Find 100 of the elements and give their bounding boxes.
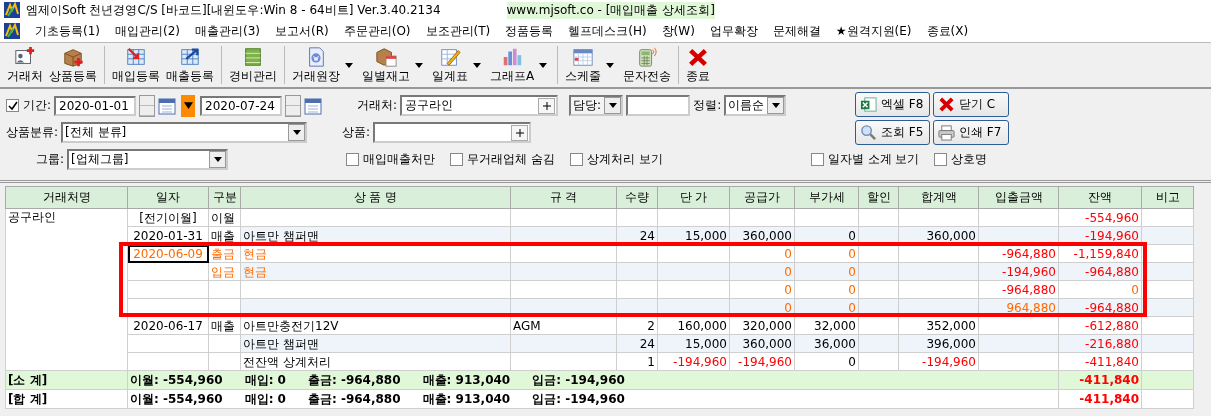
client-field[interactable]: 공구라인	[400, 95, 559, 116]
menu-item[interactable]: 보고서(R)	[275, 22, 329, 40]
manager-field[interactable]	[626, 95, 691, 116]
column-header[interactable]: 단 가	[657, 186, 730, 209]
checkbox[interactable]	[569, 153, 583, 166]
column-header[interactable]: 일자	[127, 186, 209, 209]
table-cell: 2	[616, 316, 658, 335]
date-cell: 2020-06-17	[127, 316, 209, 335]
period-label: 기간:	[23, 97, 52, 114]
add-button[interactable]	[538, 97, 556, 114]
action-button[interactable]: 조회 F5	[855, 120, 930, 145]
dropdown-button[interactable]	[181, 94, 196, 117]
column-header[interactable]: 부가세	[794, 186, 859, 209]
total-label: [합 계]	[5, 389, 128, 409]
menu-item[interactable]: 헬프데스크(H)	[568, 22, 647, 40]
action-button[interactable]: 인쇄 F7	[933, 120, 1009, 145]
table-cell: 160,000	[657, 316, 730, 335]
menu-item[interactable]: 기초등록(1)	[35, 22, 100, 40]
type-cell: 이월	[208, 208, 241, 227]
table-cell: -194,960	[898, 352, 979, 371]
calendar-icon[interactable]	[304, 96, 323, 115]
type-cell: 매출	[208, 316, 241, 335]
caret-icon[interactable]	[606, 62, 615, 68]
column-header[interactable]: 공급가	[729, 186, 795, 209]
caret-icon[interactable]	[345, 62, 353, 68]
sort-dropdown[interactable]: 이름순	[724, 95, 787, 116]
menu-item[interactable]: 정품등록	[505, 22, 554, 40]
checkbox[interactable]	[810, 153, 824, 166]
column-header[interactable]: 비고	[1141, 186, 1194, 209]
column-header[interactable]: 할인	[858, 186, 899, 209]
option-label: 일자별 소계 보기	[827, 151, 920, 168]
caret-icon[interactable]	[415, 62, 423, 68]
toolbar-button[interactable]: 경비관리	[226, 45, 280, 85]
checkbox[interactable]	[934, 153, 948, 166]
action-button[interactable]: 닫기 C	[933, 92, 1009, 117]
caret-icon[interactable]	[539, 62, 548, 68]
date-field[interactable]: 2020-01-01	[54, 95, 137, 116]
table-cell: 352,000	[898, 316, 979, 335]
column-header[interactable]: 잔액	[1058, 186, 1142, 209]
sheet-in-icon	[124, 45, 148, 68]
toolbar-button[interactable]: 일계표	[429, 45, 471, 85]
search-icon	[860, 124, 877, 141]
table-cell: -612,880	[1058, 316, 1142, 335]
column-header[interactable]: 구분	[208, 186, 241, 209]
toolbar-button[interactable]: 문자전송	[620, 45, 675, 85]
option-label: 상계처리 보기	[586, 151, 663, 168]
menu-item[interactable]: 창(W)	[661, 22, 695, 40]
group-dropdown[interactable]: [업체그룹]	[67, 149, 229, 170]
toolbar-button[interactable]: 거래처	[4, 45, 46, 85]
toolbar-button[interactable]: 그래프A	[487, 45, 538, 85]
product-field[interactable]	[373, 122, 532, 143]
column-header[interactable]: 수량	[616, 186, 658, 209]
caret-icon[interactable]	[473, 62, 481, 68]
add-button[interactable]	[511, 124, 529, 141]
table-cell: -411,840	[1058, 352, 1142, 371]
option-label: 무거래업체 숨김	[467, 151, 555, 168]
checkbox[interactable]	[450, 153, 464, 166]
sort-label: 정렬:	[693, 97, 722, 114]
checkbox[interactable]	[346, 153, 360, 166]
category-dropdown[interactable]: [전체 분류]	[61, 122, 308, 143]
summary-value: 이월: -554,960	[130, 372, 223, 388]
summary-value: 출금: -964,880	[307, 391, 401, 407]
toolbar-button[interactable]: 종료	[683, 45, 714, 85]
date-field[interactable]: 2020-07-24	[200, 95, 283, 116]
toolbar-button[interactable]: 스케줄	[562, 45, 605, 85]
app-logo-icon[interactable]	[4, 23, 20, 39]
action-button[interactable]: 엑셀 F8	[855, 92, 930, 117]
column-header[interactable]: 거래처명	[5, 186, 128, 209]
column-header[interactable]: 합계액	[898, 186, 979, 209]
total-balance: -411,840	[1058, 389, 1142, 409]
menu-item[interactable]: 매출관리(3)	[195, 22, 260, 40]
menu-item[interactable]: 업무확장	[709, 22, 758, 40]
menu-item[interactable]: 종료(X)	[926, 22, 969, 40]
calendar-icon[interactable]	[158, 96, 177, 115]
spinner-icon[interactable]	[139, 94, 156, 117]
caret-icon	[608, 103, 617, 108]
table-cell: -194,960	[729, 352, 795, 371]
menu-item[interactable]: 문제해결	[772, 22, 821, 40]
option-label: 상호명	[951, 151, 988, 168]
toolbar-button[interactable]: 일별재고	[359, 45, 413, 85]
caret-icon	[771, 103, 780, 108]
menu-item[interactable]: ★원격지원(E)	[835, 22, 912, 40]
window-subtitle: www.mjsoft.co - [매입매출 상세조회]	[506, 1, 715, 19]
column-header[interactable]: 상 품 명	[240, 186, 511, 209]
menu-item[interactable]: 매입관리(2)	[115, 22, 180, 40]
toolbar-button[interactable]: 상품등록	[46, 45, 100, 85]
toolbar-button[interactable]: 거래원장	[289, 45, 343, 85]
type-cell: 입금	[208, 262, 241, 281]
table-cell: -964,880	[978, 280, 1059, 299]
toolbar-button[interactable]: 매출등록	[163, 45, 217, 85]
column-header[interactable]: 입출금액	[978, 186, 1059, 209]
checkbox[interactable]	[6, 99, 19, 112]
menu-item[interactable]: 주문관리(O)	[343, 22, 411, 40]
customer-cell: 공구라인	[5, 208, 128, 371]
manager-dropdown[interactable]: 담당:	[569, 95, 624, 116]
spinner-icon[interactable]	[285, 94, 302, 117]
menu-item[interactable]: 보조관리(T)	[425, 22, 491, 40]
column-header[interactable]: 규 격	[510, 186, 617, 209]
printer-icon	[938, 124, 955, 141]
toolbar-button[interactable]: 매입등록	[109, 45, 163, 85]
